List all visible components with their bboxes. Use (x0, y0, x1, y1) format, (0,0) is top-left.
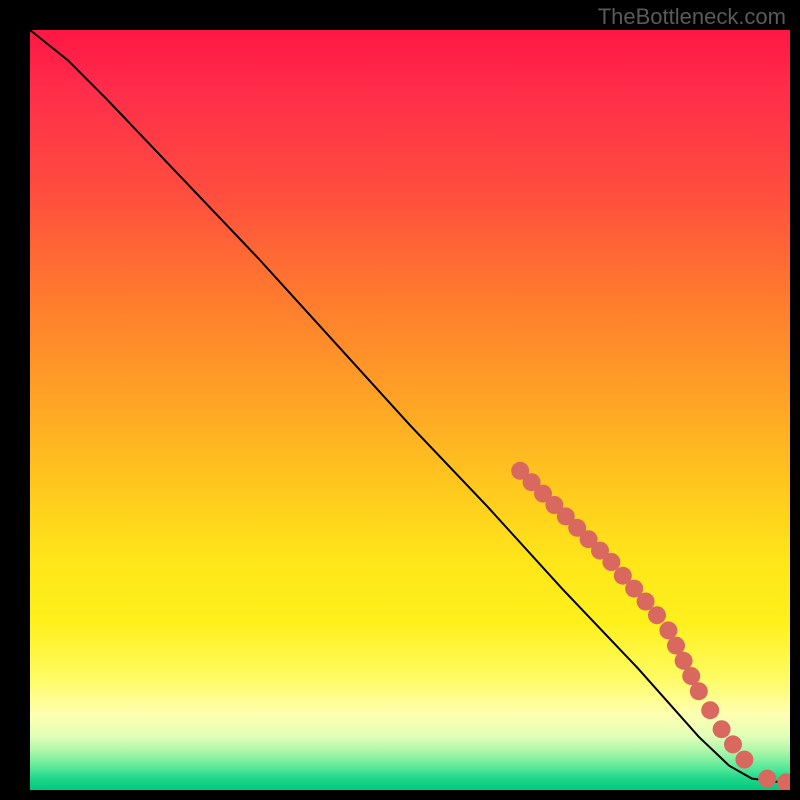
markers-group (511, 462, 790, 790)
data-marker (758, 770, 776, 788)
data-marker (735, 751, 753, 769)
data-marker (690, 682, 708, 700)
data-marker (648, 606, 666, 624)
curve-line (30, 30, 790, 782)
data-marker (713, 720, 731, 738)
data-marker (701, 701, 719, 719)
plot-area (30, 30, 790, 790)
data-marker (724, 735, 742, 753)
data-marker (777, 773, 790, 790)
chart-overlay (30, 30, 790, 790)
watermark-text: TheBottleneck.com (598, 4, 786, 30)
